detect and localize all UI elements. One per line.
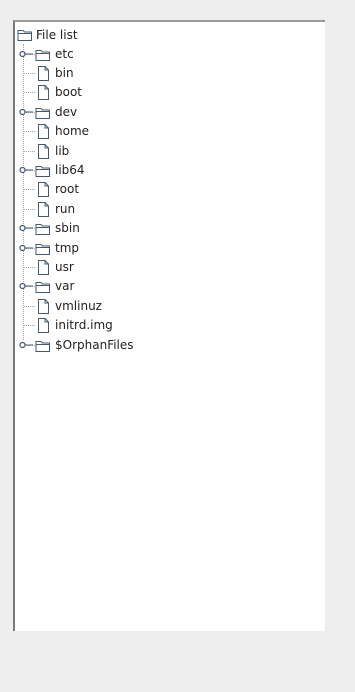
tree-node-vmlinuz[interactable]: vmlinuz <box>15 296 325 315</box>
tree-node-lib[interactable]: lib <box>15 141 325 160</box>
tree-node-bin[interactable]: bin <box>15 63 325 82</box>
tree-node-home[interactable]: home <box>15 122 325 141</box>
tree-list: etc bin boot dev home lib lib64 root run sbin tmp u… <box>15 44 325 354</box>
folder-icon <box>35 166 50 178</box>
tree-node-label: boot <box>55 85 83 100</box>
tree-node-label: root <box>55 182 80 197</box>
file-icon <box>38 143 49 159</box>
tree-node-run[interactable]: run <box>15 199 325 218</box>
folder-icon <box>35 282 50 294</box>
expand-toggle-icon[interactable] <box>19 50 33 58</box>
expand-toggle-icon[interactable] <box>19 224 33 232</box>
tree-node-sbin[interactable]: sbin <box>15 219 325 238</box>
tree-connector <box>24 73 35 75</box>
tree-node-var[interactable]: var <box>15 277 325 296</box>
folder-icon <box>35 340 50 352</box>
file-icon <box>38 201 49 217</box>
folder-open-icon <box>17 30 32 41</box>
tree-node-label: home <box>55 124 90 139</box>
tree-node-label: lib64 <box>55 163 85 178</box>
file-tree-panel[interactable]: File list etc bin boot dev home lib lib64 root r… <box>13 20 325 631</box>
expand-toggle-icon[interactable] <box>19 244 33 252</box>
tree-node-label: initrd.img <box>55 318 113 333</box>
file-icon <box>38 182 49 198</box>
tree-node-label: var <box>55 279 75 294</box>
tree-connector <box>24 305 35 307</box>
tree-node-root[interactable]: root <box>15 180 325 199</box>
tree-node-dev[interactable]: dev <box>15 102 325 121</box>
tree-connector <box>24 266 35 268</box>
tree-connector <box>24 325 35 327</box>
tree-node-label: sbin <box>55 221 80 236</box>
file-icon <box>38 85 49 101</box>
tree-connector <box>24 150 35 152</box>
tree-node-initrdimg[interactable]: initrd.img <box>15 315 325 334</box>
tree-node-lib64[interactable]: lib64 <box>15 160 325 179</box>
tree-node-label: bin <box>55 66 74 81</box>
file-icon <box>38 318 49 334</box>
tree-root[interactable]: File list <box>17 26 78 44</box>
tree-connector <box>24 131 35 133</box>
folder-icon <box>35 49 50 61</box>
tree-connector <box>24 189 35 191</box>
tree-node-label: dev <box>55 104 78 119</box>
tree-node-etc[interactable]: etc <box>15 44 325 63</box>
folder-icon <box>35 243 50 255</box>
tree-node-label: lib <box>55 143 70 158</box>
tree-node-label: usr <box>55 259 74 274</box>
tree-node-label: etc <box>55 46 74 61</box>
tree-node-label: $OrphanFiles <box>55 337 134 352</box>
expand-toggle-icon[interactable] <box>19 108 33 116</box>
tree-root-label: File list <box>36 28 78 42</box>
file-icon <box>38 259 49 275</box>
file-icon <box>38 124 49 140</box>
folder-icon <box>35 224 50 236</box>
tree-node-boot[interactable]: boot <box>15 83 325 102</box>
expand-toggle-icon[interactable] <box>19 282 33 290</box>
file-icon <box>38 66 49 82</box>
expand-toggle-icon[interactable] <box>19 166 33 174</box>
tree-node-usr[interactable]: usr <box>15 257 325 276</box>
tree-node-label: vmlinuz <box>55 298 102 313</box>
tree-connector <box>24 92 35 94</box>
tree-node-orphanfiles[interactable]: $OrphanFiles <box>15 335 325 354</box>
tree-node-tmp[interactable]: tmp <box>15 238 325 257</box>
expand-toggle-icon[interactable] <box>19 341 33 349</box>
tree-node-label: tmp <box>55 240 80 255</box>
folder-icon <box>35 107 50 119</box>
tree-node-label: run <box>55 201 76 216</box>
tree-connector <box>24 208 35 210</box>
file-icon <box>38 298 49 314</box>
